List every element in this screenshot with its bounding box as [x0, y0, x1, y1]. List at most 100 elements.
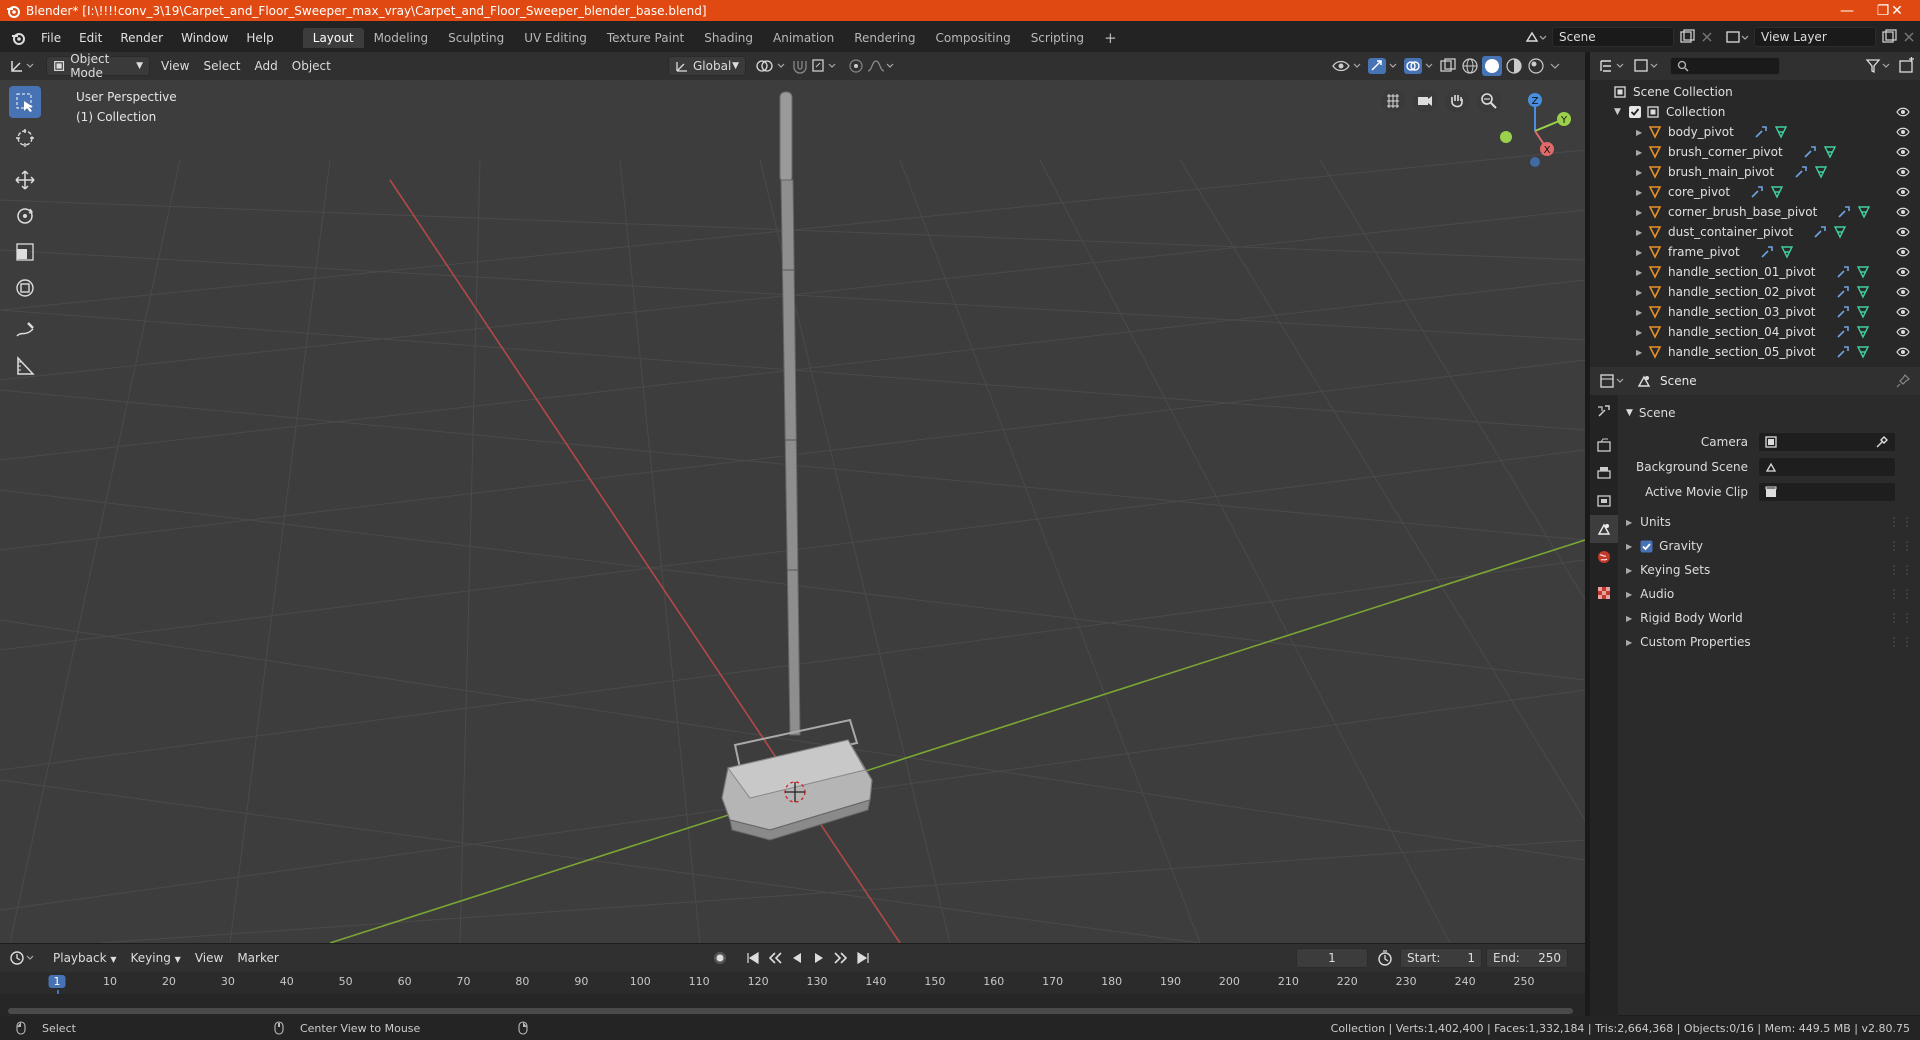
outliner[interactable]: Scene Collection ▼ Collection ▶ body_pivo… [1590, 80, 1920, 367]
outliner-object-row[interactable]: ▶ frame_pivot [1590, 242, 1920, 262]
expand-triangle-icon[interactable]: ▶ [1636, 188, 1648, 197]
mesh-data-icon[interactable] [1857, 205, 1871, 219]
snap-target-icon[interactable] [810, 57, 840, 75]
outliner-object-row[interactable]: ▶ core_pivot [1590, 182, 1920, 202]
menu-edit[interactable]: Edit [70, 31, 111, 45]
mesh-data-icon[interactable] [1856, 345, 1870, 359]
eye-icon[interactable] [1896, 345, 1910, 359]
expand-triangle-icon[interactable]: ▼ [1614, 107, 1628, 117]
viewport-scene[interactable] [0, 80, 1585, 943]
eye-icon[interactable] [1896, 265, 1910, 279]
tab-texture[interactable] [1590, 579, 1618, 607]
start-frame-field[interactable]: Start: 1 [1400, 948, 1482, 968]
background-scene-field[interactable] [1758, 456, 1896, 477]
expand-triangle-icon[interactable]: ▶ [1636, 228, 1648, 237]
toggle-grid-view-icon[interactable] [1380, 88, 1406, 114]
stopwatch-icon[interactable] [1376, 949, 1394, 967]
menu-file[interactable]: File [32, 31, 70, 45]
current-frame-indicator[interactable]: 1 [48, 975, 66, 988]
workspace-tab-shading[interactable]: Shading [694, 28, 763, 48]
expand-triangle-icon[interactable]: ▶ [1636, 248, 1648, 257]
tab-tool[interactable] [1590, 397, 1618, 425]
eye-icon[interactable] [1896, 205, 1910, 219]
outliner-object-row[interactable]: ▶ corner_brush_base_pivot [1590, 202, 1920, 222]
menu-render[interactable]: Render [111, 31, 172, 45]
viewport-menu-add[interactable]: Add [248, 57, 285, 75]
subpanel-header[interactable]: ▶ Rigid Body World ⋮⋮ [1618, 606, 1920, 630]
drag-handle-icon[interactable]: ⋮⋮ [1888, 611, 1914, 625]
workspace-tab-compositing[interactable]: Compositing [925, 28, 1020, 48]
properties-editor-type-icon[interactable] [1598, 372, 1628, 390]
workspace-tab-scripting[interactable]: Scripting [1021, 28, 1094, 48]
falloff-curve-icon[interactable] [866, 57, 896, 75]
annotate-tool[interactable] [9, 314, 41, 346]
expand-triangle-icon[interactable]: ▶ [1636, 128, 1648, 137]
eye-icon[interactable] [1896, 145, 1910, 159]
outliner-editor-type-icon[interactable] [1598, 57, 1628, 75]
mesh-data-icon[interactable] [1780, 245, 1794, 259]
camera-field[interactable] [1758, 431, 1896, 452]
scene-panel-header[interactable]: ▼ Scene [1618, 401, 1920, 425]
proportional-editing-icon[interactable] [846, 57, 866, 75]
scene-selector-icon[interactable] [1524, 29, 1548, 45]
timeline-menu-marker[interactable]: Marker [230, 949, 285, 967]
eye-icon[interactable] [1896, 125, 1910, 139]
modifier-wrench-icon[interactable] [1794, 165, 1808, 179]
transform-tool[interactable] [9, 272, 41, 304]
new-collection-icon[interactable] [1898, 57, 1916, 75]
eyedropper-icon[interactable] [1875, 435, 1889, 449]
timeline-body[interactable] [0, 994, 1585, 1016]
play-reverse-icon[interactable] [788, 949, 806, 967]
shading-material-icon[interactable] [1504, 56, 1524, 76]
filter-icon[interactable] [1864, 57, 1894, 75]
expand-triangle-icon[interactable]: ▶ [1636, 348, 1648, 357]
mode-dropdown[interactable]: Object Mode ▼ [46, 52, 150, 80]
workspace-tab-modeling[interactable]: Modeling [364, 28, 439, 48]
expand-triangle-icon[interactable]: ▶ [1636, 208, 1648, 217]
outliner-object-row[interactable]: ▶ brush_corner_pivot [1590, 142, 1920, 162]
new-view-layer-icon[interactable] [1880, 29, 1898, 45]
mesh-data-icon[interactable] [1823, 145, 1837, 159]
viewport-menu-select[interactable]: Select [196, 57, 247, 75]
menu-help[interactable]: Help [237, 31, 282, 45]
modifier-wrench-icon[interactable] [1754, 125, 1768, 139]
prev-keyframe-icon[interactable] [766, 949, 784, 967]
timeline-menu-playback[interactable]: Playback ▼ [46, 949, 124, 967]
mesh-data-icon[interactable] [1856, 285, 1870, 299]
eye-icon[interactable] [1896, 285, 1910, 299]
gravity-checkbox-checked-icon[interactable] [1640, 540, 1653, 553]
eye-icon[interactable] [1896, 305, 1910, 319]
mesh-data-icon[interactable] [1856, 265, 1870, 279]
snap-magnet-icon[interactable] [790, 57, 810, 75]
xray-toggle-icon[interactable] [1438, 56, 1458, 76]
menu-window[interactable]: Window [172, 31, 237, 45]
workspace-tab-sculpting[interactable]: Sculpting [438, 28, 514, 48]
modifier-wrench-icon[interactable] [1803, 145, 1817, 159]
record-icon[interactable] [710, 949, 730, 967]
eye-icon[interactable] [1896, 245, 1910, 259]
tab-scene[interactable] [1590, 515, 1618, 543]
move-tool[interactable] [9, 164, 41, 196]
shading-solid-icon[interactable] [1482, 56, 1502, 76]
mesh-data-icon[interactable] [1833, 225, 1847, 239]
outliner-object-row[interactable]: ▶ body_pivot [1590, 122, 1920, 142]
transform-orientation-dropdown[interactable]: Global ▼ [668, 56, 746, 76]
modifier-wrench-icon[interactable] [1837, 205, 1851, 219]
tab-world[interactable] [1590, 543, 1618, 571]
subpanel-header[interactable]: ▶ Custom Properties ⋮⋮ [1618, 630, 1920, 654]
drag-handle-icon[interactable]: ⋮⋮ [1888, 587, 1914, 601]
modifier-wrench-icon[interactable] [1836, 265, 1850, 279]
outliner-object-row[interactable]: ▶ brush_main_pivot [1590, 162, 1920, 182]
shading-rendered-icon[interactable] [1526, 56, 1546, 76]
outliner-object-row[interactable]: ▶ handle_section_01_pivot [1590, 262, 1920, 282]
eye-icon[interactable] [1896, 185, 1910, 199]
workspace-tab-uv-editing[interactable]: UV Editing [514, 28, 597, 48]
timeline-menu-view[interactable]: View [188, 949, 230, 967]
tab-render[interactable] [1590, 431, 1618, 459]
current-frame-field[interactable]: 1 [1296, 948, 1368, 968]
viewport-menu-view[interactable]: View [154, 57, 196, 75]
mesh-data-icon[interactable] [1856, 325, 1870, 339]
select-box-tool[interactable] [9, 86, 41, 118]
eye-icon[interactable] [1896, 225, 1910, 239]
rotate-tool[interactable] [9, 200, 41, 232]
